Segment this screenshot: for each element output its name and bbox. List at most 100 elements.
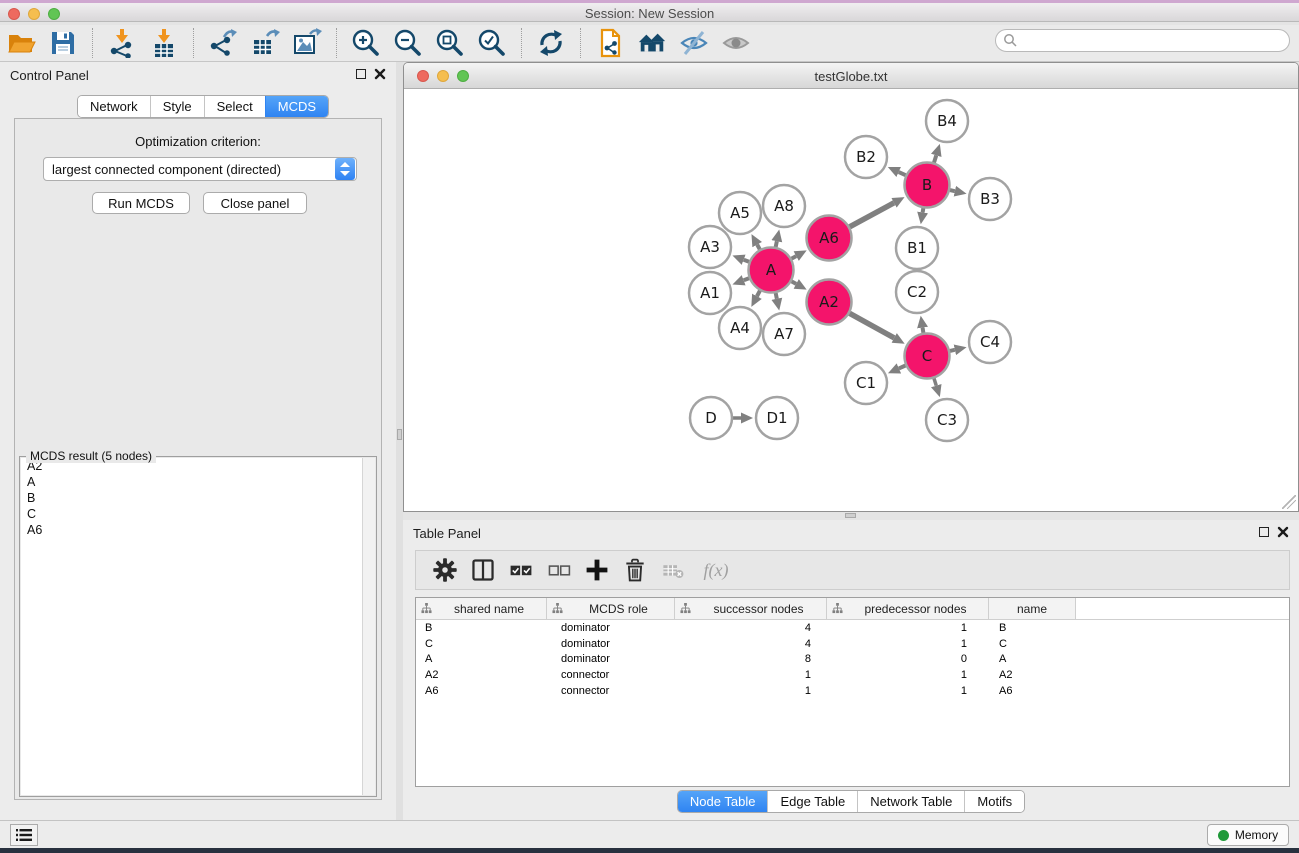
divider-grab-handle[interactable] <box>845 513 856 518</box>
column-header[interactable]: MCDS role <box>547 598 675 619</box>
table-cell[interactable]: A6 <box>989 685 1076 697</box>
table-cell[interactable]: dominator <box>547 638 675 650</box>
tab-node-table[interactable]: Node Table <box>678 791 768 812</box>
table-cell[interactable]: 0 <box>827 653 989 665</box>
table-row[interactable]: Bdominator41B <box>416 620 1289 636</box>
run-mcds-button[interactable]: Run MCDS <box>92 192 190 214</box>
tab-mcds[interactable]: MCDS <box>265 96 328 117</box>
zoom-selected-icon[interactable] <box>477 28 507 58</box>
table-cell[interactable]: B <box>416 622 547 634</box>
graph-edge-C-C4[interactable] <box>950 350 955 351</box>
memory-button[interactable]: Memory <box>1207 824 1289 846</box>
table-cell[interactable]: 8 <box>675 653 827 665</box>
show-columns-icon[interactable] <box>468 555 498 585</box>
network-window-titlebar[interactable]: testGlobe.txt <box>404 63 1298 89</box>
close-panel-icon[interactable] <box>1277 526 1289 538</box>
new-network-from-selection-icon[interactable] <box>595 28 625 58</box>
search-field[interactable] <box>995 29 1290 52</box>
table-cell[interactable]: 1 <box>675 669 827 681</box>
export-network-icon[interactable] <box>208 28 238 58</box>
table-cell[interactable]: 1 <box>827 638 989 650</box>
graph-edge-A-A5[interactable] <box>757 245 760 250</box>
table-cell[interactable]: A6 <box>416 685 547 697</box>
table-cell[interactable]: 1 <box>827 622 989 634</box>
mcds-result-list[interactable]: A2ABCA6 <box>21 458 375 795</box>
table-cell[interactable]: A2 <box>989 669 1076 681</box>
graph-edge-C-C2[interactable] <box>923 328 924 333</box>
table-cell[interactable]: C <box>989 638 1076 650</box>
panel-divider-vertical[interactable] <box>396 62 403 820</box>
import-network-icon[interactable] <box>107 28 137 58</box>
select-all-icon[interactable] <box>506 555 536 585</box>
table-cell[interactable]: A <box>416 653 547 665</box>
table-cell[interactable]: 4 <box>675 638 827 650</box>
divider-grab-handle[interactable] <box>397 429 402 440</box>
close-panel-button[interactable]: Close panel <box>203 192 307 214</box>
table-cell[interactable]: A <box>989 653 1076 665</box>
graph-edge-A2-C[interactable] <box>850 313 895 338</box>
column-header[interactable]: successor nodes <box>675 598 827 619</box>
tab-motifs[interactable]: Motifs <box>964 791 1024 812</box>
table-cell[interactable]: connector <box>547 669 675 681</box>
graph-edge-B-B4[interactable] <box>934 155 936 162</box>
graph-edge-A-A8[interactable] <box>776 241 777 247</box>
zoom-fit-icon[interactable] <box>435 28 465 58</box>
column-header[interactable]: shared name <box>416 598 547 619</box>
task-history-button[interactable] <box>10 824 38 846</box>
settings-gear-icon[interactable] <box>430 555 460 585</box>
table-cell[interactable]: connector <box>547 685 675 697</box>
window-resize-grip[interactable] <box>1282 495 1296 509</box>
open-folder-icon[interactable] <box>6 28 36 58</box>
table-row[interactable]: Cdominator41C <box>416 636 1289 652</box>
graph-edge-B-B1[interactable] <box>923 208 924 212</box>
result-list-item[interactable]: A <box>21 474 375 490</box>
zoom-in-icon[interactable] <box>351 28 381 58</box>
table-cell[interactable]: C <box>416 638 547 650</box>
table-cell[interactable]: dominator <box>547 622 675 634</box>
result-list-item[interactable]: C <box>21 506 375 522</box>
graph-edge-B-B3[interactable] <box>950 190 955 191</box>
tab-edge-table[interactable]: Edge Table <box>767 791 857 812</box>
graph-edge-A-A6[interactable] <box>792 256 797 259</box>
graph-edge-C-C3[interactable] <box>934 378 936 385</box>
search-input[interactable] <box>1018 32 1289 50</box>
table-cell[interactable]: dominator <box>547 653 675 665</box>
export-image-icon[interactable] <box>292 28 322 58</box>
column-header[interactable]: predecessor nodes <box>827 598 989 619</box>
table-cell[interactable]: 1 <box>827 669 989 681</box>
close-panel-icon[interactable] <box>374 68 386 80</box>
graph-edge-A-A3[interactable] <box>744 260 749 262</box>
result-list-item[interactable]: A6 <box>21 522 375 538</box>
graph-edge-C-C1[interactable] <box>899 366 906 369</box>
table-cell[interactable]: B <box>989 622 1076 634</box>
float-panel-icon[interactable] <box>1259 527 1269 537</box>
show-graphics-details-icon[interactable] <box>721 28 751 58</box>
float-panel-icon[interactable] <box>356 69 366 79</box>
graph-edge-A6-B[interactable] <box>850 203 894 227</box>
node-table[interactable]: shared nameMCDS rolesuccessor nodesprede… <box>415 597 1290 787</box>
table-cell[interactable]: 1 <box>675 685 827 697</box>
graph-edge-A-A7[interactable] <box>776 293 777 299</box>
tab-network-table[interactable]: Network Table <box>857 791 964 812</box>
column-header[interactable]: name <box>989 598 1076 619</box>
delete-column-icon[interactable] <box>620 555 650 585</box>
add-column-icon[interactable] <box>582 555 612 585</box>
table-cell[interactable]: 1 <box>827 685 989 697</box>
tab-network[interactable]: Network <box>78 96 150 117</box>
graph-edge-B-B2[interactable] <box>899 172 906 175</box>
save-icon[interactable] <box>48 28 78 58</box>
table-row[interactable]: A2connector11A2 <box>416 667 1289 683</box>
tab-style[interactable]: Style <box>150 96 204 117</box>
refresh-icon[interactable] <box>536 28 566 58</box>
home-icon[interactable] <box>637 28 667 58</box>
graph-edge-A-A2[interactable] <box>792 281 797 284</box>
table-cell[interactable]: A2 <box>416 669 547 681</box>
graph-edge-A-A4[interactable] <box>757 291 760 297</box>
criterion-dropdown[interactable]: largest connected component (directed) <box>43 157 357 181</box>
zoom-out-icon[interactable] <box>393 28 423 58</box>
hide-graphics-details-icon[interactable] <box>679 28 709 58</box>
table-row[interactable]: Adominator80A <box>416 652 1289 668</box>
graph-edge-A-A1[interactable] <box>744 278 749 280</box>
deselect-all-icon[interactable] <box>544 555 574 585</box>
table-cell[interactable]: 4 <box>675 622 827 634</box>
